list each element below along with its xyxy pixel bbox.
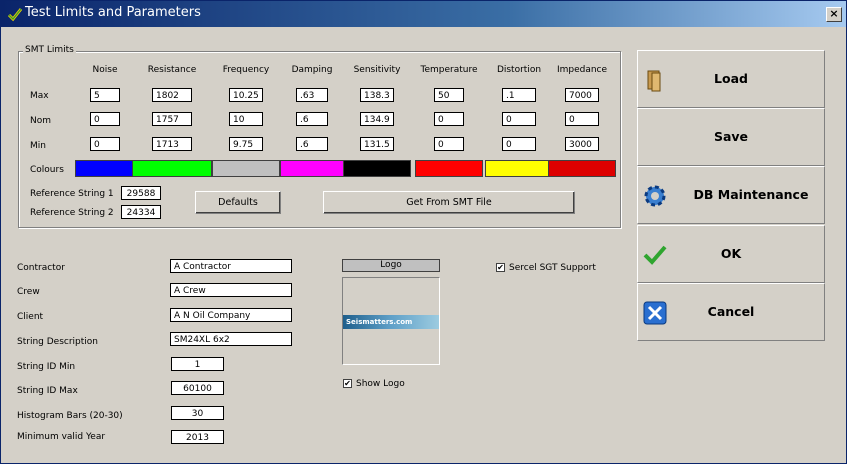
string-id-min-input[interactable]: 1 [171, 357, 224, 371]
dialog-window: Test Limits and Parameters × SMT Limits … [0, 0, 847, 464]
smt-nom-input[interactable]: 134.9 [360, 112, 394, 126]
window-title: Test Limits and Parameters [25, 5, 201, 20]
row-label-colours: Colours [30, 165, 64, 175]
reference-string-2-input[interactable]: 24334 [121, 205, 161, 219]
show-logo-label: Show Logo [356, 379, 405, 389]
smt-nom-input[interactable]: 10 [229, 112, 263, 126]
row-label-max: Max [30, 91, 49, 101]
sercel-sgt-checkbox[interactable]: ✔ [496, 263, 505, 272]
save-button-label: Save [713, 129, 749, 144]
column-header: Resistance [147, 65, 197, 75]
colour-swatch[interactable] [212, 160, 280, 177]
histogram-bars-label: Histogram Bars (20-30) [17, 411, 123, 421]
minimum-valid-year-label: Minimum valid Year [17, 432, 106, 442]
colour-swatch[interactable] [548, 160, 616, 177]
colour-swatch[interactable] [415, 160, 483, 177]
reference-string-1-label: Reference String 1 [30, 189, 114, 199]
row-label-min: Min [30, 141, 46, 151]
logo-image: Seismatters.com [343, 315, 439, 329]
smt-nom-input[interactable]: 1757 [152, 112, 192, 126]
string-id-max-input[interactable]: 60100 [171, 381, 224, 395]
smt-max-input[interactable]: 7000 [565, 88, 599, 102]
logo-frame[interactable]: Seismatters.com [342, 277, 440, 365]
colour-swatch[interactable] [343, 160, 411, 177]
row-label-nom: Nom [30, 116, 52, 126]
smt-nom-input[interactable]: 0 [502, 112, 536, 126]
column-header: Temperature [420, 65, 478, 75]
smt-max-input[interactable]: 138.3 [360, 88, 394, 102]
smt-max-input[interactable]: .63 [296, 88, 328, 102]
smt-nom-input[interactable]: 0 [565, 112, 599, 126]
string-id-min-label: String ID Min [17, 362, 76, 372]
defaults-button[interactable]: Defaults [195, 191, 281, 214]
smt-min-input[interactable]: 9.75 [229, 137, 263, 151]
smt-min-input[interactable]: 3000 [565, 137, 599, 151]
cancel-button[interactable]: Cancel [637, 283, 825, 341]
colour-swatch[interactable] [132, 160, 212, 177]
histogram-bars-input[interactable]: 30 [171, 406, 224, 420]
smt-nom-input[interactable]: 0 [90, 112, 120, 126]
crew-label: Crew [17, 287, 40, 297]
client-label: Client [17, 312, 44, 322]
smt-min-input[interactable]: .6 [296, 137, 328, 151]
column-header: Sensitivity [353, 65, 401, 75]
save-button[interactable]: Save [637, 108, 825, 166]
smt-max-input[interactable]: 10.25 [229, 88, 263, 102]
smt-limits-title: SMT Limits [23, 45, 76, 55]
colour-swatch[interactable] [280, 160, 344, 177]
smt-max-input[interactable]: 5 [90, 88, 120, 102]
ok-button[interactable]: OK [637, 225, 825, 283]
sercel-sgt-label: Sercel SGT Support [509, 263, 596, 273]
show-logo-checkbox[interactable]: ✔ [343, 379, 352, 388]
smt-min-input[interactable]: 131.5 [360, 137, 394, 151]
reference-string-2-label: Reference String 2 [30, 208, 114, 218]
column-header: Impedance [556, 65, 608, 75]
db-maintenance-button-label: DB Maintenance [693, 187, 809, 202]
smt-max-input[interactable]: 1802 [152, 88, 192, 102]
reference-string-1-input[interactable]: 29588 [121, 186, 161, 200]
cancel-button-label: Cancel [707, 304, 755, 319]
minimum-valid-year-input[interactable]: 2013 [171, 430, 224, 444]
smt-min-input[interactable]: 0 [502, 137, 536, 151]
db-maintenance-button[interactable]: DB Maintenance [637, 166, 825, 224]
close-button[interactable]: × [826, 7, 842, 22]
smt-min-input[interactable]: 0 [434, 137, 464, 151]
contractor-input[interactable]: A Contractor [170, 259, 292, 273]
smt-min-input[interactable]: 0 [90, 137, 120, 151]
colour-swatch[interactable] [75, 160, 135, 177]
smt-max-input[interactable]: 50 [434, 88, 464, 102]
load-button-label: Load [714, 71, 748, 86]
app-checkmark-icon [7, 8, 23, 22]
smt-nom-input[interactable]: .6 [296, 112, 328, 126]
smt-min-input[interactable]: 1713 [152, 137, 192, 151]
client-input[interactable]: A N Oil Company [170, 308, 292, 322]
colour-swatch[interactable] [485, 160, 553, 177]
string-description-label: String Description [17, 337, 98, 347]
contractor-label: Contractor [17, 263, 65, 273]
smt-nom-input[interactable]: 0 [434, 112, 464, 126]
crew-input[interactable]: A Crew [170, 283, 292, 297]
ok-button-label: OK [720, 246, 742, 261]
title-bar[interactable]: Test Limits and Parameters × [1, 1, 846, 27]
smt-max-input[interactable]: .1 [502, 88, 536, 102]
load-button[interactable]: Load [637, 50, 825, 108]
string-description-input[interactable]: SM24XL 6x2 [170, 332, 292, 346]
string-id-max-label: String ID Max [17, 386, 78, 396]
logo-header: Logo [342, 259, 440, 272]
get-from-smt-file-button[interactable]: Get From SMT File [323, 191, 575, 214]
